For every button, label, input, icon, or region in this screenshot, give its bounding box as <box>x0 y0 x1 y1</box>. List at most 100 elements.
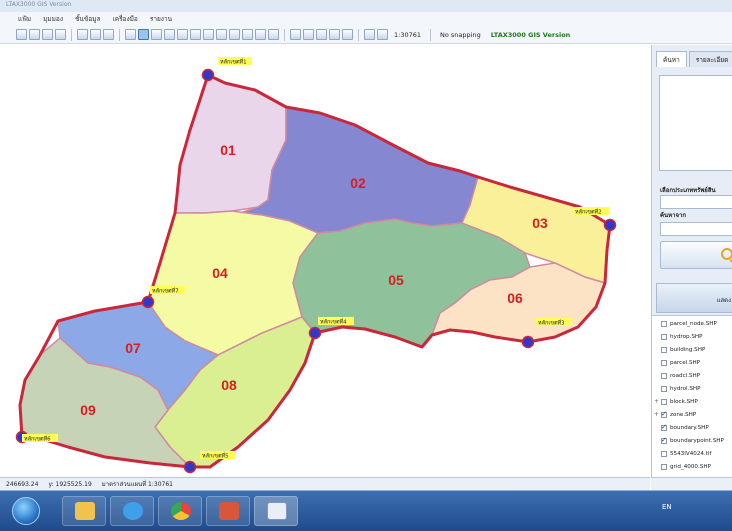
layer-item[interactable]: boundarypoint.SHP <box>652 435 724 446</box>
info-icon[interactable] <box>125 29 136 40</box>
map-canvas[interactable]: 01 02 03 04 05 06 07 08 09 หลักเขตที่1 ห… <box>0 45 650 477</box>
line-icon[interactable] <box>303 29 314 40</box>
layer-checkbox[interactable] <box>661 333 667 340</box>
print-icon[interactable] <box>55 29 66 40</box>
layer-checkbox[interactable] <box>661 372 667 379</box>
layer-item[interactable]: grid_4000.SHP <box>652 461 711 472</box>
layer-checkbox[interactable] <box>661 385 667 392</box>
select-feature-icon[interactable] <box>242 29 253 40</box>
taskbar-app-home[interactable] <box>206 496 250 526</box>
map-svg[interactable]: 01 02 03 04 05 06 07 08 09 หลักเขตที่1 ห… <box>0 45 650 477</box>
boundary-point-marker[interactable] <box>603 218 617 232</box>
layer-item[interactable]: + zone.SHP <box>652 409 696 420</box>
boundary-point-marker[interactable] <box>201 68 215 82</box>
point-icon[interactable] <box>290 29 301 40</box>
select-icon[interactable] <box>216 29 227 40</box>
layer-item[interactable]: boundary.SHP <box>652 422 709 433</box>
zoom-in-icon[interactable] <box>164 29 175 40</box>
layer-checkbox[interactable] <box>661 463 667 470</box>
save-icon[interactable] <box>42 29 53 40</box>
point-label: หลักเขตที่4 <box>320 318 347 326</box>
status-bar-right <box>651 477 732 490</box>
title-bar: LTAX3000 GIS Version <box>0 0 732 12</box>
layer-name: boundarypoint.SHP <box>670 437 724 444</box>
gis-app-icon <box>267 502 287 520</box>
tab-search[interactable]: ค้นหา <box>656 51 687 67</box>
edit-icon[interactable] <box>255 29 266 40</box>
asset-type-select[interactable] <box>660 195 732 209</box>
layer-checkbox[interactable] <box>661 359 667 366</box>
scale-icon[interactable] <box>377 29 388 40</box>
full-extent-icon[interactable] <box>229 29 240 40</box>
layer-item[interactable]: parcel.SHP <box>652 357 700 368</box>
layer-checkbox[interactable] <box>661 346 667 353</box>
open-file-icon[interactable] <box>29 29 40 40</box>
zoom-next-icon[interactable] <box>203 29 214 40</box>
search-button[interactable] <box>660 241 732 269</box>
tray-language[interactable]: EN <box>662 503 672 511</box>
layer-item[interactable]: + block.SHP <box>652 396 698 407</box>
layer-add-icon[interactable] <box>77 29 88 40</box>
zone-label: 04 <box>212 265 228 281</box>
taskbar-ie[interactable] <box>110 496 154 526</box>
layer-remove-icon[interactable] <box>90 29 101 40</box>
layer-checkbox[interactable] <box>661 320 667 327</box>
point-label: หลักเขตที่3 <box>538 319 565 327</box>
boundary-point-marker[interactable] <box>521 335 535 349</box>
polygon-icon[interactable] <box>316 29 327 40</box>
delete-icon[interactable] <box>342 29 353 40</box>
expand-icon[interactable]: + <box>652 398 661 405</box>
layer-props-icon[interactable] <box>103 29 114 40</box>
layer-item[interactable]: parcel_node.SHP <box>652 318 717 329</box>
layer-checkbox[interactable] <box>661 398 667 405</box>
layer-checkbox[interactable] <box>661 423 667 431</box>
scale-readout[interactable]: 1:30761 <box>394 31 421 39</box>
layer-item[interactable]: building.SHP <box>652 344 705 355</box>
taskbar-gis-app[interactable] <box>254 496 298 526</box>
taskbar-chrome[interactable] <box>158 496 202 526</box>
layer-item[interactable]: hydrol.SHP <box>652 383 700 394</box>
show-button[interactable]: แสดง <box>656 283 732 313</box>
expand-icon[interactable]: + <box>652 411 661 418</box>
layer-checkbox[interactable] <box>661 436 667 444</box>
map-icon[interactable] <box>364 29 375 40</box>
search-results-box[interactable] <box>659 75 732 171</box>
zoom-previous-icon[interactable] <box>190 29 201 40</box>
y-coordinate: y: 1925525.19 <box>48 480 92 488</box>
folder-icon <box>75 502 95 520</box>
new-file-icon[interactable] <box>16 29 27 40</box>
tab-details[interactable]: รายละเอียด <box>688 51 732 67</box>
layer-item[interactable]: 5543IV4024.tif <box>652 448 711 459</box>
taskbar-explorer[interactable] <box>62 496 106 526</box>
toolbar-separator <box>358 28 359 41</box>
menu-file[interactable]: แฟ้ม <box>18 14 31 24</box>
menu-layers[interactable]: ชั้นข้อมูล <box>75 14 100 24</box>
start-button-icon[interactable] <box>12 497 40 525</box>
zoom-window-icon[interactable] <box>138 29 149 40</box>
taskbar: EN <box>0 490 732 531</box>
snapping-dropdown[interactable]: No snapping <box>440 31 481 39</box>
point-label: หลักเขตที่1 <box>220 58 247 66</box>
asset-type-label: เลือกประเภททรัพย์สิน <box>660 187 716 194</box>
menu-view[interactable]: มุมมอง <box>43 14 63 24</box>
boundary-point-marker[interactable] <box>183 460 197 474</box>
layer-checkbox[interactable] <box>661 410 667 418</box>
layer-item[interactable]: roadcl.SHP <box>652 370 700 381</box>
zone-label: 05 <box>388 272 404 288</box>
layer-name: boundary.SHP <box>670 424 709 431</box>
measure-icon[interactable] <box>268 29 279 40</box>
boundary-point-1[interactable]: หลักเขตที่1 <box>201 57 253 82</box>
toolbar-separator <box>284 28 285 41</box>
search-from-input[interactable] <box>660 222 732 236</box>
layer-checkbox[interactable] <box>661 450 667 457</box>
layer-item[interactable]: hydrop.SHP <box>652 331 702 342</box>
draw-icon[interactable] <box>329 29 340 40</box>
zoom-out-icon[interactable] <box>177 29 188 40</box>
pan-icon[interactable] <box>151 29 162 40</box>
menu-report[interactable]: รายงาน <box>150 14 172 24</box>
boundary-point-marker[interactable] <box>141 295 155 309</box>
zone-label: 02 <box>350 175 366 191</box>
menu-tools[interactable]: เครื่องมือ <box>113 14 138 24</box>
side-tabs: ค้นหา รายละเอียด <box>656 51 732 67</box>
boundary-point-marker[interactable] <box>308 326 322 340</box>
